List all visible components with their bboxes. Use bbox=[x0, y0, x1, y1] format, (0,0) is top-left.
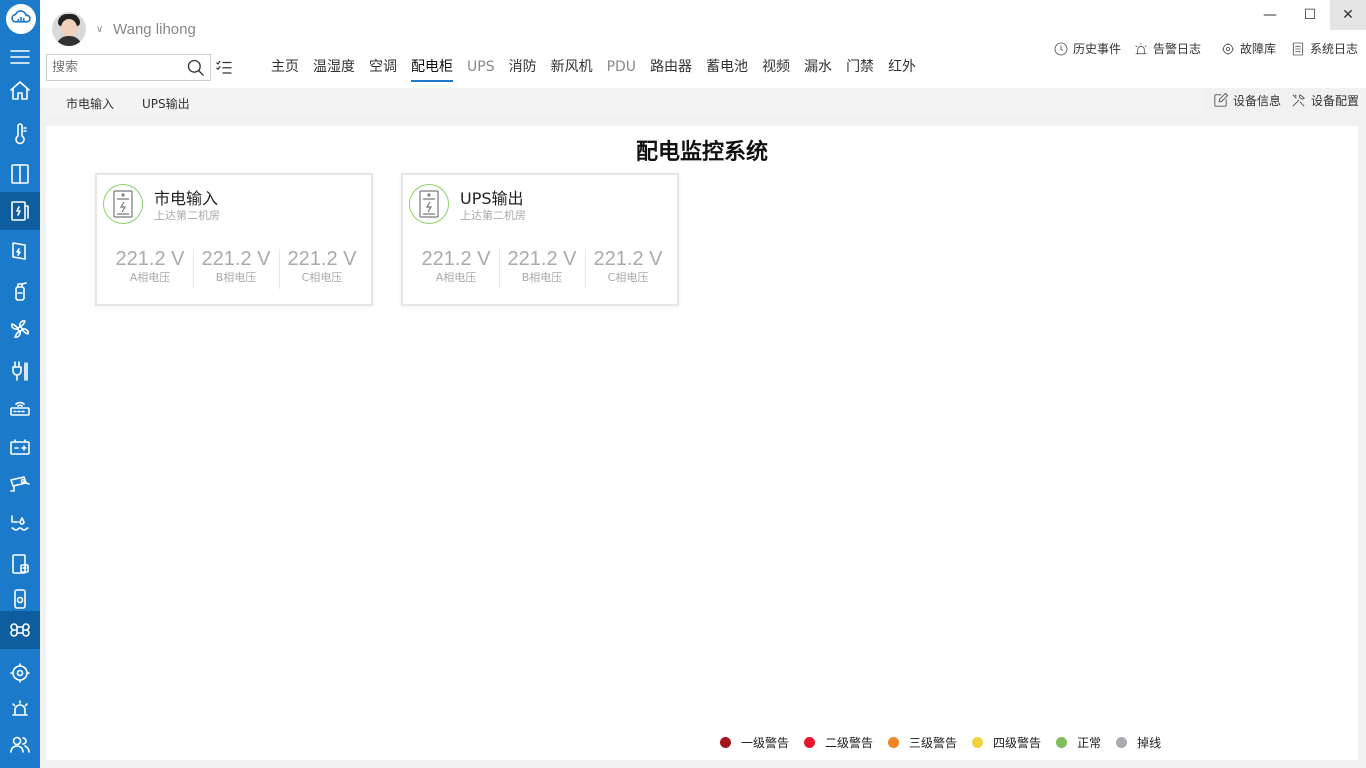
legend-label: 四级警告 bbox=[993, 736, 1042, 750]
menu-icon[interactable] bbox=[0, 38, 40, 76]
power-cabinet-icon[interactable] bbox=[0, 192, 40, 230]
device-config-button[interactable]: 设备配置 bbox=[1290, 92, 1359, 109]
legend-label: 正常 bbox=[1077, 736, 1102, 750]
card-location: 上达第二机房 bbox=[154, 209, 220, 222]
tab-8[interactable]: 路由器 bbox=[650, 56, 692, 82]
close-button[interactable]: ✕ bbox=[1330, 0, 1366, 30]
sub-nav: 市电输入 UPS输出 bbox=[46, 88, 1202, 118]
status-dot-icon bbox=[1056, 737, 1068, 748]
card-location: 上达第二机房 bbox=[460, 209, 526, 222]
search-input[interactable] bbox=[47, 55, 183, 80]
fault-db-link[interactable]: 故障库 bbox=[1220, 40, 1276, 57]
readings: 221.2 V A相电压 221.2 V B相电压 221.2 V C相电压 bbox=[413, 247, 671, 291]
status-dot-icon bbox=[804, 737, 816, 748]
legend-item: 四级警告 bbox=[972, 734, 1041, 751]
sidebar bbox=[0, 0, 40, 768]
reading-phase-c: 221.2 V C相电压 bbox=[279, 247, 365, 291]
reading-phase-c: 221.2 V C相电压 bbox=[585, 247, 671, 291]
tab-9[interactable]: 蓄电池 bbox=[706, 56, 748, 82]
air-conditioner-icon[interactable] bbox=[0, 155, 40, 193]
page-title: 配电监控系统 bbox=[635, 140, 768, 165]
search-box bbox=[46, 54, 211, 81]
pdu-plug-icon[interactable] bbox=[0, 352, 40, 390]
home-icon[interactable] bbox=[0, 72, 40, 110]
subtab-ups-output[interactable]: UPS输出 bbox=[142, 95, 190, 112]
tab-5[interactable]: 消防 bbox=[509, 56, 537, 82]
top-bar: ∨ Wang lihong — ☐ ✕ 主页温湿度空调配电柜 UPS 消防新风机 PD… bbox=[40, 0, 1366, 88]
reading-phase-a: 221.2 V A相电压 bbox=[115, 248, 185, 284]
status-legend: 一级警告 二级警告 三级警告 四级警告 正常 掉线 bbox=[720, 734, 1176, 751]
tab-10[interactable]: 视频 bbox=[762, 56, 790, 82]
device-info-button[interactable]: 设备信息 bbox=[1212, 92, 1281, 109]
tools-icon bbox=[1292, 94, 1305, 107]
reading-phase-b: 221.2 V B相电压 bbox=[193, 247, 279, 291]
card-title: UPS输出 bbox=[460, 189, 524, 208]
readings: 221.2 V A相电压 221.2 V B相电压 221.2 V C相电压 bbox=[107, 247, 365, 291]
tab-4[interactable]: UPS bbox=[467, 56, 495, 82]
chevron-down-icon[interactable]: ∨ bbox=[96, 24, 103, 35]
fan-icon[interactable] bbox=[0, 310, 40, 348]
camera-icon[interactable] bbox=[0, 465, 40, 503]
legend-label: 一级警告 bbox=[741, 736, 790, 750]
fire-extinguisher-icon[interactable] bbox=[0, 272, 40, 310]
legend-label: 三级警告 bbox=[909, 736, 958, 750]
thermometer-icon[interactable] bbox=[0, 115, 40, 153]
status-dot-icon bbox=[972, 737, 984, 748]
legend-item: 正常 bbox=[1056, 734, 1101, 751]
door-access-icon[interactable] bbox=[0, 545, 40, 583]
alarm-icon[interactable] bbox=[0, 690, 40, 728]
username[interactable]: Wang lihong bbox=[113, 21, 196, 38]
tab-13[interactable]: 红外 bbox=[888, 56, 916, 82]
device-card-ups-output[interactable]: UPS输出 上达第二机房 221.2 V A相电压 221.2 V B相电压 2… bbox=[401, 173, 679, 306]
legend-label: 二级警告 bbox=[825, 736, 874, 750]
legend-item: 三级警告 bbox=[888, 734, 957, 751]
power-cabinet-icon bbox=[409, 184, 449, 224]
checklist-filter-icon[interactable] bbox=[215, 58, 233, 76]
top-tabs: 主页 温湿度 空调 配电柜 UPS 消防 新风机 PDU 路由器 蓄电池 视频 漏水 门禁 红外 bbox=[271, 56, 930, 84]
tab-2[interactable]: 空调 bbox=[369, 56, 397, 82]
tab-6[interactable]: 新风机 bbox=[551, 56, 593, 82]
users-icon[interactable] bbox=[0, 725, 40, 763]
water-leak-icon[interactable] bbox=[0, 505, 40, 543]
power-cabinet-icon bbox=[103, 184, 143, 224]
alarm-log-link[interactable]: 告警日志 bbox=[1133, 40, 1201, 57]
tab-1[interactable]: 温湿度 bbox=[313, 56, 355, 82]
tab-3[interactable]: 配电柜 bbox=[411, 56, 453, 82]
status-dot-icon bbox=[1116, 737, 1128, 748]
legend-item: 二级警告 bbox=[804, 734, 873, 751]
router-icon[interactable] bbox=[0, 390, 40, 428]
card-title: 市电输入 bbox=[154, 189, 219, 208]
tab-7[interactable]: PDU bbox=[607, 56, 636, 82]
status-dot-icon bbox=[888, 737, 900, 748]
ups-icon[interactable] bbox=[0, 232, 40, 270]
siren-icon bbox=[1135, 42, 1147, 54]
legend-label: 掉线 bbox=[1137, 736, 1162, 750]
settings-icon[interactable] bbox=[0, 654, 40, 692]
tab-12[interactable]: 门禁 bbox=[846, 56, 874, 82]
status-dot-icon bbox=[720, 737, 731, 748]
edit-icon bbox=[1214, 92, 1229, 107]
tab-0[interactable]: 主页 bbox=[271, 56, 299, 82]
minimize-button[interactable]: — bbox=[1252, 0, 1288, 30]
legend-item: 掉线 bbox=[1116, 734, 1161, 751]
maximize-button[interactable]: ☐ bbox=[1292, 0, 1328, 30]
history-link[interactable]: 历史事件 bbox=[1053, 40, 1121, 57]
clock-icon bbox=[1054, 42, 1068, 55]
subtab-mains-input[interactable]: 市电输入 bbox=[66, 95, 114, 112]
system-log-link[interactable]: 系统日志 bbox=[1290, 40, 1358, 57]
reading-phase-a: 221.2 V A相电压 bbox=[421, 248, 491, 284]
battery-icon[interactable] bbox=[0, 428, 40, 466]
avatar[interactable] bbox=[52, 12, 86, 46]
gear-icon bbox=[1222, 42, 1234, 55]
tab-11[interactable]: 漏水 bbox=[804, 56, 832, 82]
app-logo-icon[interactable] bbox=[6, 4, 36, 34]
document-list-icon bbox=[1292, 42, 1304, 55]
reading-phase-b: 221.2 V B相电压 bbox=[499, 247, 585, 291]
apps-icon[interactable] bbox=[0, 611, 40, 649]
main-panel: 配电监控系统 市电输入 上达第二机房 221.2 V A相电压 221.2 V … bbox=[46, 126, 1358, 760]
device-card-mains-input[interactable]: 市电输入 上达第二机房 221.2 V A相电压 221.2 V B相电压 22… bbox=[95, 173, 373, 306]
search-icon[interactable] bbox=[186, 58, 206, 78]
legend-item: 一级警告 bbox=[720, 734, 789, 751]
